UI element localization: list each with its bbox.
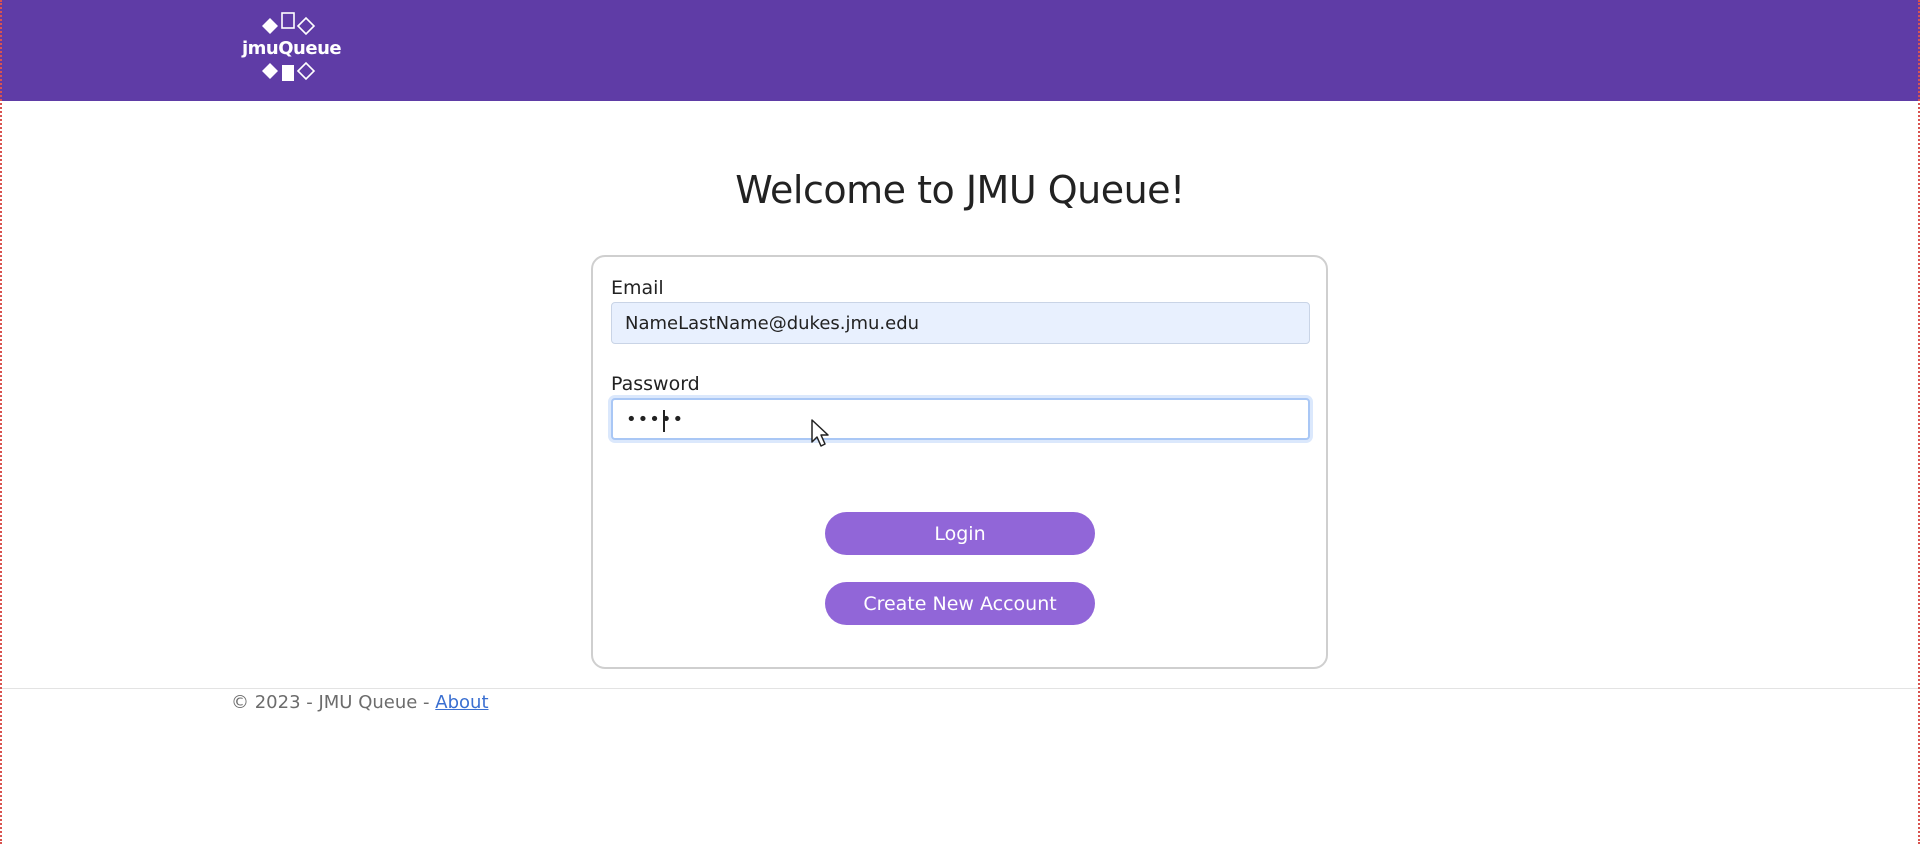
footer-divider [0, 688, 1920, 689]
create-account-button[interactable]: Create New Account [825, 582, 1095, 625]
jmuqueue-logo[interactable]: jmuQueue [240, 12, 342, 90]
top-navbar: jmuQueue [0, 0, 1920, 101]
footer-copyright: © 2023 - JMU Queue - [231, 692, 436, 713]
logo-text: jmuQueue [242, 38, 342, 59]
password-input[interactable] [611, 398, 1310, 440]
logo-shapes-top-icon [262, 12, 316, 36]
email-label: Email [611, 277, 664, 299]
about-link[interactable]: About [435, 692, 488, 713]
login-button[interactable]: Login [825, 512, 1095, 555]
email-input[interactable] [611, 302, 1310, 344]
login-card: Email Password Login Create New Account [591, 255, 1328, 669]
text-caret [663, 410, 665, 432]
page-title: Welcome to JMU Queue! [735, 168, 1185, 212]
password-label: Password [611, 373, 700, 395]
footer: © 2023 - JMU Queue - About [231, 692, 489, 713]
mouse-pointer-icon [811, 419, 829, 447]
logo-shapes-bottom-icon [262, 61, 316, 81]
